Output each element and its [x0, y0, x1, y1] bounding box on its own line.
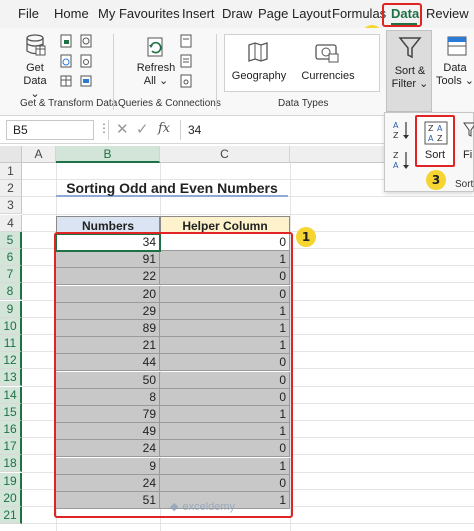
filter-icon[interactable]: [463, 121, 474, 139]
column-header-a[interactable]: A: [22, 146, 56, 163]
menu-page-layout[interactable]: Page Layout: [258, 6, 331, 21]
data-tools-button[interactable]: Data Tools ⌄: [436, 62, 474, 88]
svg-text:Z: Z: [428, 124, 434, 133]
formula-separator: [108, 120, 109, 140]
row-header-4[interactable]: 4: [0, 214, 22, 232]
group-sort-filter: Sort: [455, 179, 474, 190]
menu-draw[interactable]: Draw: [222, 6, 252, 21]
formula-separator: [180, 120, 181, 140]
recent-sources-icon[interactable]: [80, 34, 92, 48]
row-header-11[interactable]: 11: [0, 335, 22, 352]
funnel-icon: [397, 35, 423, 61]
cancel-icon[interactable]: ✕: [116, 120, 129, 138]
watermark-text: exceldemy: [182, 500, 236, 513]
row-header-18[interactable]: 18: [0, 455, 22, 473]
row-header-17[interactable]: 17: [0, 438, 22, 456]
row-header-1[interactable]: 1: [0, 163, 22, 180]
worksheet: A B C 1 2 3 4 5 6 7 8 9 10 11 12 13 14 15 16 17 18 19 20 21 …: [0, 146, 474, 531]
sort-descending-icon[interactable]: ZA: [393, 149, 411, 171]
sort-filter-label: Sort & Filter ⌄: [391, 65, 429, 90]
sort-filter-button[interactable]: Sort & Filter ⌄: [386, 30, 432, 112]
geography-button[interactable]: Geography: [230, 70, 288, 83]
map-icon: [246, 40, 270, 64]
table-range-icon[interactable]: [60, 74, 72, 88]
row-header-12[interactable]: 12: [0, 352, 22, 370]
confirm-icon[interactable]: ✓: [136, 120, 149, 138]
svg-text:Z: Z: [393, 131, 399, 140]
svg-text:A: A: [393, 121, 399, 130]
data-range-highlight: [54, 232, 293, 518]
row-header-5[interactable]: 5: [0, 231, 22, 249]
row-header-21[interactable]: 21: [0, 507, 22, 524]
get-data-button[interactable]: Get Data ⌄: [20, 62, 50, 101]
row-header-6[interactable]: 6: [0, 249, 22, 266]
svg-text:Z: Z: [393, 151, 399, 160]
group-get-transform: Get & Transform Data: [20, 98, 118, 109]
svg-text:A: A: [428, 134, 434, 143]
database-icon: [24, 34, 46, 56]
from-picture-icon[interactable]: [80, 74, 92, 88]
column-header-b[interactable]: B: [56, 146, 160, 163]
row-header-13[interactable]: 13: [0, 369, 22, 387]
svg-text:Z: Z: [437, 134, 443, 143]
sort-button-label: Sort: [424, 149, 446, 161]
row-header-9[interactable]: 9: [0, 300, 22, 318]
web-icon[interactable]: [60, 54, 72, 68]
menu-formulas[interactable]: Formulas: [332, 6, 386, 21]
gridline: [22, 523, 474, 525]
row-header-2[interactable]: 2: [0, 180, 22, 198]
existing-connections-icon[interactable]: [80, 54, 92, 68]
callout-3: 3: [426, 170, 446, 190]
queries-connections-icon[interactable]: [180, 34, 192, 48]
row-header-8[interactable]: 8: [0, 283, 22, 301]
row-header-19[interactable]: 19: [0, 472, 22, 490]
currencies-button[interactable]: Currencies: [300, 70, 356, 83]
refresh-all-button[interactable]: Refresh All ⌄: [134, 62, 178, 88]
gridline: [22, 213, 474, 215]
svg-text:A: A: [437, 124, 443, 133]
name-box[interactable]: B5: [6, 120, 94, 140]
menu-home[interactable]: Home: [54, 6, 89, 21]
text-csv-icon[interactable]: [60, 34, 72, 48]
group-separator: [113, 34, 114, 110]
fx-icon[interactable]: fx: [158, 121, 170, 136]
menu-insert[interactable]: Insert: [182, 6, 215, 21]
menu-my-favourites[interactable]: My Favourites: [98, 6, 180, 21]
group-separator: [216, 34, 217, 110]
menu-file[interactable]: File: [18, 6, 39, 21]
group-queries: Queries & Connections: [118, 98, 221, 109]
callout-1: 1: [296, 227, 316, 247]
sheet-title: Sorting Odd and Even Numbers: [56, 180, 288, 197]
properties-icon[interactable]: [180, 54, 192, 68]
group-data-types: Data Types: [278, 98, 329, 109]
refresh-label: Refresh: [136, 62, 176, 74]
refresh-icon: [142, 34, 168, 60]
get-data-label: Get: [26, 62, 44, 74]
sort-dialog-icon: ZAAZ: [424, 121, 448, 145]
row-header-15[interactable]: 15: [0, 403, 22, 421]
row-header-20[interactable]: 20: [0, 489, 22, 507]
row-header-10[interactable]: 10: [0, 317, 22, 335]
currencies-icon: [314, 40, 340, 64]
column-header-c[interactable]: C: [160, 146, 290, 163]
data-tab-highlight: [382, 3, 422, 27]
row-header-16[interactable]: 16: [0, 421, 22, 438]
row-header-3[interactable]: 3: [0, 197, 22, 215]
edit-links-icon[interactable]: [180, 74, 192, 88]
refresh-label-2: All ⌄: [143, 75, 169, 87]
watermark-logo-icon: ◆: [170, 501, 179, 513]
row-header-7[interactable]: 7: [0, 266, 22, 284]
sort-button[interactable]: ZAAZ Sort: [415, 115, 455, 167]
watermark: ◆ exceldemy: [170, 500, 236, 514]
formula-input[interactable]: 34: [188, 123, 201, 137]
svg-text:A: A: [393, 161, 399, 170]
filter-label-partial: Fi: [463, 149, 473, 161]
select-all-corner[interactable]: [0, 146, 22, 163]
menu-review[interactable]: Review: [426, 6, 469, 21]
row-header-14[interactable]: 14: [0, 386, 22, 404]
sort-ascending-icon[interactable]: AZ: [393, 119, 411, 141]
data-tools-icon: [445, 34, 471, 60]
